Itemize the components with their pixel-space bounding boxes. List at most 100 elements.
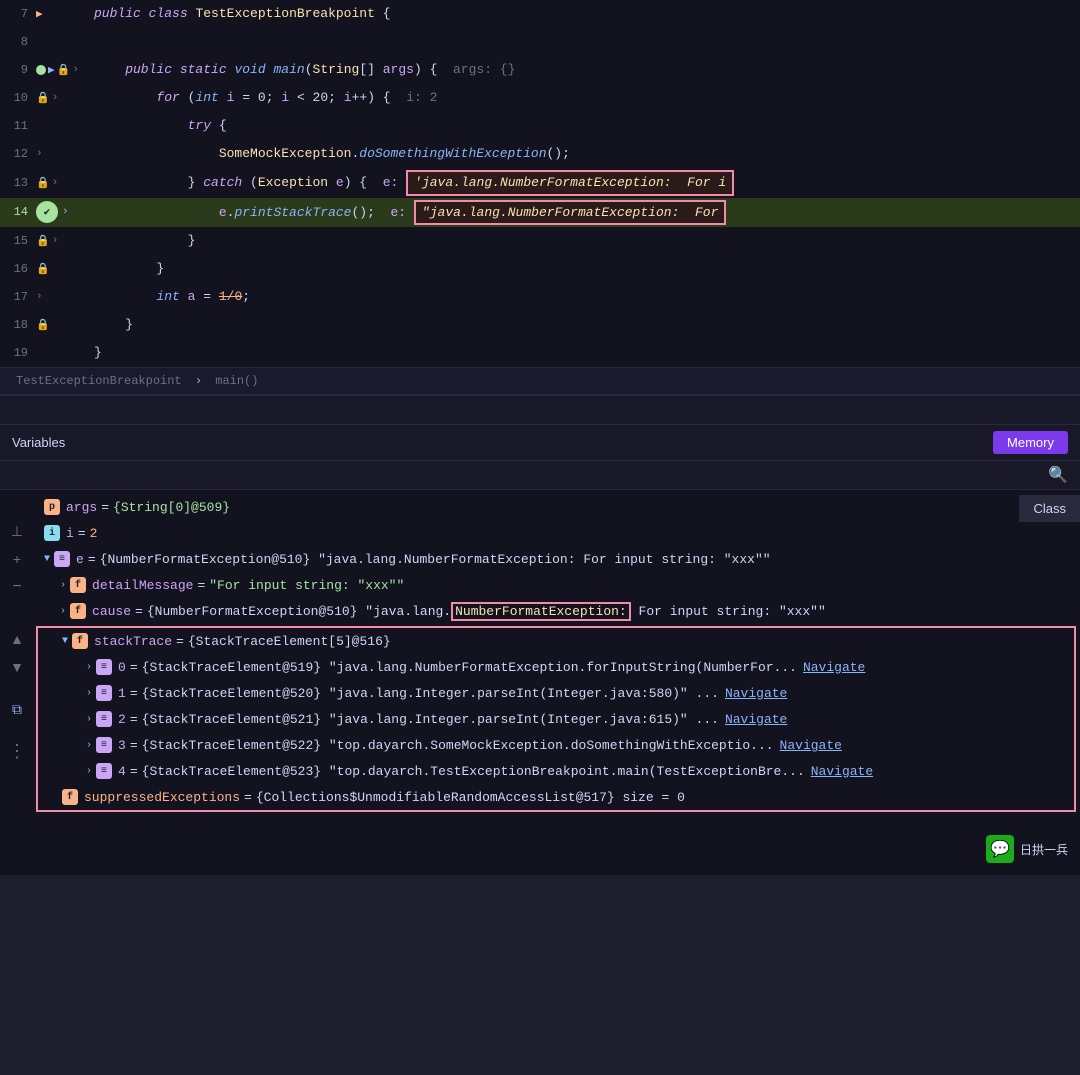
code-line-13: 13 🔒 › } catch (Exception e) { e: 'java.… bbox=[0, 168, 1080, 198]
var-row-cause: › f cause = {NumberFormatException@510} … bbox=[36, 598, 1080, 624]
chevron-st1[interactable]: › bbox=[86, 688, 92, 699]
gutter-15: 🔒 › bbox=[36, 234, 86, 248]
code-line-7: 7 ▶ public class TestExceptionBreakpoint… bbox=[0, 0, 1080, 28]
add-watch-btn[interactable]: + bbox=[5, 547, 29, 571]
var-eq-suppressed: = bbox=[244, 790, 252, 805]
breakpoint-9[interactable] bbox=[36, 65, 46, 75]
var-val-cause: {NumberFormatException@510} "java.lang.N… bbox=[147, 604, 826, 619]
var-name-detail: detailMessage bbox=[92, 578, 193, 593]
code-line-16: 16 🔒 } bbox=[0, 255, 1080, 283]
chevron-9[interactable]: ▶ bbox=[48, 63, 55, 77]
var-row-st2: › ≡ 2 = {StackTraceElement@521} "java.la… bbox=[38, 706, 1074, 732]
line-num-18: 18 bbox=[0, 318, 36, 332]
var-name-cause: cause bbox=[92, 604, 131, 619]
expand-9[interactable]: › bbox=[72, 64, 79, 76]
code-line-9: 9 ▶ 🔒 › public static void main(String[]… bbox=[0, 56, 1080, 84]
expand-12[interactable]: › bbox=[36, 148, 43, 160]
exception-box-14: "java.lang.NumberFormatException: For bbox=[414, 200, 726, 226]
code-line-18: 18 🔒 } bbox=[0, 311, 1080, 339]
expand-14[interactable]: › bbox=[62, 206, 69, 218]
var-val-st4: {StackTraceElement@523} "top.dayarch.Tes… bbox=[142, 764, 805, 779]
code-16: } bbox=[86, 259, 1080, 279]
class-button[interactable]: Class bbox=[1019, 495, 1080, 522]
nav-link-st0[interactable]: Navigate bbox=[803, 660, 865, 675]
var-val-i: 2 bbox=[90, 526, 98, 541]
gutter-9: ▶ 🔒 › bbox=[36, 63, 86, 77]
line-num-8: 8 bbox=[0, 35, 36, 49]
badge-st1: ≡ bbox=[96, 685, 112, 701]
more-btn[interactable]: ⋮ bbox=[5, 739, 29, 763]
breadcrumb-sep: › bbox=[195, 374, 202, 388]
code-line-15: 15 🔒 › } bbox=[0, 227, 1080, 255]
nav-link-st4[interactable]: Navigate bbox=[811, 764, 873, 779]
exception-box-13: 'java.lang.NumberFormatException: For i bbox=[406, 170, 734, 196]
nav-link-st2[interactable]: Navigate bbox=[725, 712, 787, 727]
badge-cause: f bbox=[70, 603, 86, 619]
scroll-down-btn[interactable]: ▼ bbox=[5, 655, 29, 679]
var-row-st4: › ≡ 4 = {StackTraceElement@523} "top.day… bbox=[38, 758, 1074, 784]
gutter-13: 🔒 › bbox=[36, 176, 86, 190]
chevron-st4[interactable]: › bbox=[86, 766, 92, 777]
badge-args: p bbox=[44, 499, 60, 515]
var-eq-st1: = bbox=[130, 686, 138, 701]
expand-13[interactable]: › bbox=[52, 177, 59, 189]
expand-17[interactable]: › bbox=[36, 291, 43, 303]
expand-15[interactable]: › bbox=[52, 235, 59, 247]
remove-btn[interactable]: − bbox=[5, 575, 29, 599]
chevron-detail[interactable]: › bbox=[60, 580, 66, 591]
var-name-stacktrace: stackTrace bbox=[94, 634, 172, 649]
line-num-16: 16 bbox=[0, 262, 36, 276]
search-icon-btn[interactable]: 🔍 bbox=[1048, 465, 1068, 485]
memory-button[interactable]: Memory bbox=[993, 431, 1068, 454]
var-eq-st4: = bbox=[130, 764, 138, 779]
code-14: e.printStackTrace(); e: "java.lang.Numbe… bbox=[86, 200, 1080, 226]
line-num-15: 15 bbox=[0, 234, 36, 248]
badge-i: i bbox=[44, 525, 60, 541]
code-11: try { bbox=[86, 116, 1080, 136]
gutter-18: 🔒 bbox=[36, 318, 86, 332]
var-row-i: i i = 2 bbox=[36, 520, 1080, 546]
badge-suppressed: f bbox=[62, 789, 78, 805]
var-eq-i: = bbox=[78, 526, 86, 541]
code-line-17: 17 › int a = 1/0; bbox=[0, 283, 1080, 311]
var-val-st2: {StackTraceElement@521} "java.lang.Integ… bbox=[142, 712, 719, 727]
lock-18: 🔒 bbox=[36, 318, 50, 332]
filter-btn[interactable]: ⊥ bbox=[5, 519, 29, 543]
badge-st3: ≡ bbox=[96, 737, 112, 753]
var-row-suppressed: f suppressedExceptions = {Collections$Un… bbox=[38, 784, 1074, 810]
copy-btn[interactable]: ⧉ bbox=[5, 697, 29, 721]
line-num-12: 12 bbox=[0, 147, 36, 161]
var-row-st3: › ≡ 3 = {StackTraceElement@522} "top.day… bbox=[38, 732, 1074, 758]
breadcrumb-method: main() bbox=[215, 374, 258, 388]
code-line-14: 14 ✔ › e.printStackTrace(); e: "java.lan… bbox=[0, 198, 1080, 228]
var-row-stacktrace: ▼ f stackTrace = {StackTraceElement[5]@5… bbox=[38, 628, 1074, 654]
gutter-7: ▶ bbox=[36, 7, 86, 21]
variables-panel-title: Variables bbox=[12, 435, 65, 450]
var-name-suppressed: suppressedExceptions bbox=[84, 790, 240, 805]
chevron-cause[interactable]: › bbox=[60, 606, 66, 617]
chevron-st0[interactable]: › bbox=[86, 662, 92, 673]
var-name-e: e bbox=[76, 552, 84, 567]
breadcrumb: TestExceptionBreakpoint › main() bbox=[0, 367, 1080, 394]
var-eq-stacktrace: = bbox=[176, 634, 184, 649]
line-num-17: 17 bbox=[0, 290, 36, 304]
arrow-icon-7[interactable]: ▶ bbox=[36, 7, 43, 21]
code-18: } bbox=[86, 315, 1080, 335]
chevron-e[interactable]: ▼ bbox=[44, 554, 50, 565]
chevron-stacktrace[interactable]: ▼ bbox=[62, 636, 68, 647]
var-name-st1: 1 bbox=[118, 686, 126, 701]
chevron-st2[interactable]: › bbox=[86, 714, 92, 725]
nav-link-st1[interactable]: Navigate bbox=[725, 686, 787, 701]
gutter-10: 🔒 › bbox=[36, 91, 86, 105]
code-15: } bbox=[86, 231, 1080, 251]
scroll-up-btn[interactable]: ▲ bbox=[5, 627, 29, 651]
var-row-detail: › f detailMessage = "For input string: "… bbox=[36, 572, 1080, 598]
line-num-11: 11 bbox=[0, 119, 36, 133]
var-val-args: {String[0]@509} bbox=[113, 500, 230, 515]
expand-10[interactable]: › bbox=[52, 92, 59, 104]
var-row-st0: › ≡ 0 = {StackTraceElement@519} "java.la… bbox=[38, 654, 1074, 680]
chevron-st3[interactable]: › bbox=[86, 740, 92, 751]
nav-link-st3[interactable]: Navigate bbox=[780, 738, 842, 753]
var-eq-detail: = bbox=[197, 578, 205, 593]
code-13: } catch (Exception e) { e: 'java.lang.Nu… bbox=[86, 170, 1080, 196]
